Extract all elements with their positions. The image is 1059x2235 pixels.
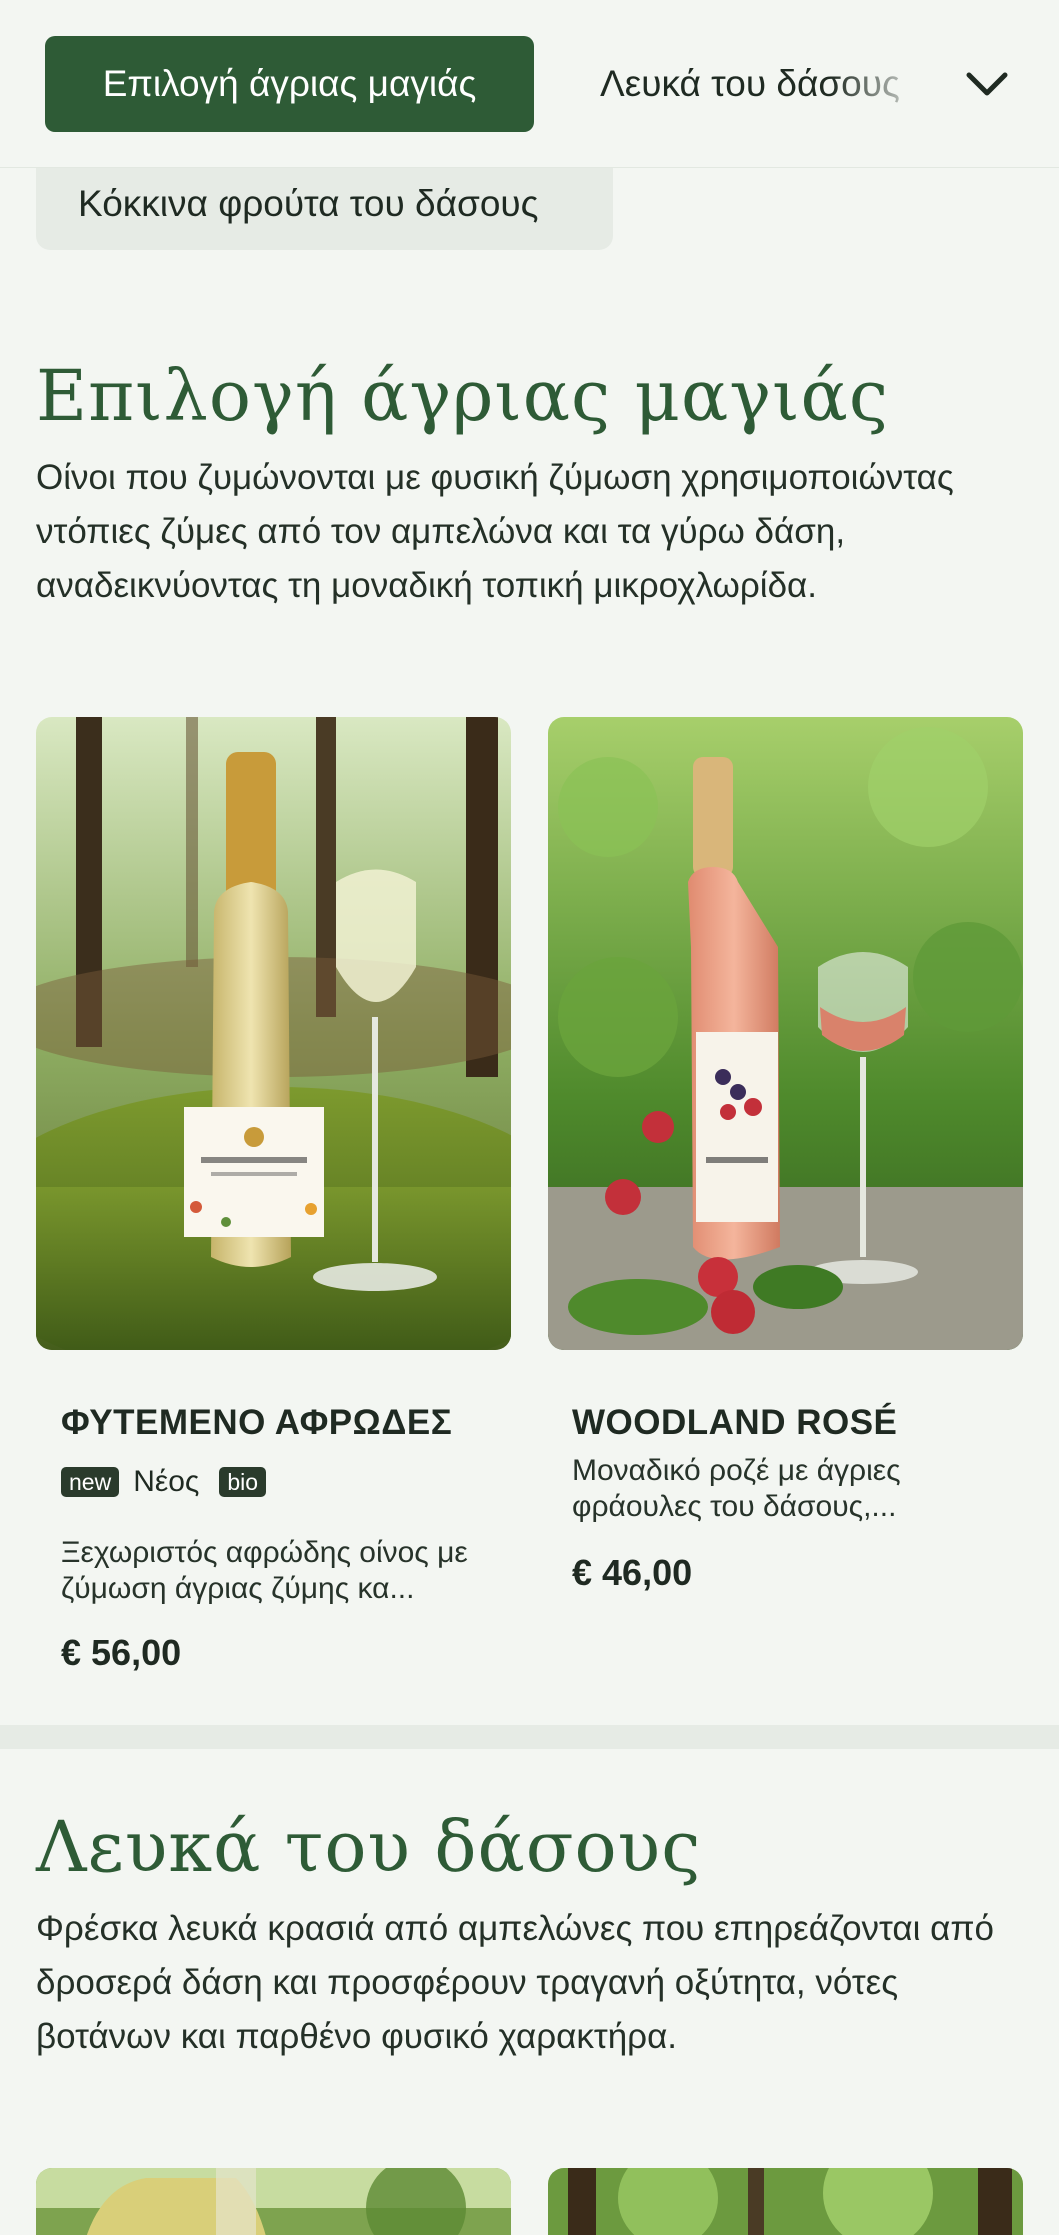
product-image-forest-white-1[interactable] [36, 2168, 511, 2235]
section-description: Φρέσκα λευκά κρασιά από αμπελώνες που επ… [36, 1909, 994, 2056]
product-image-forest-white-2[interactable] [548, 2168, 1023, 2235]
product-image-rose[interactable] [548, 717, 1023, 1350]
chevron-down-icon[interactable] [962, 62, 1012, 106]
product-price: € 56,00 [61, 1632, 182, 1673]
category-tab-wild-yeast[interactable]: Επιλογή άγριας μαγιάς [45, 36, 534, 132]
badge-new-label: Νέος [133, 1465, 200, 1498]
product-description: Ξεχωριστός αφρώδης οίνος με ζύμωση άγρια… [61, 1536, 468, 1605]
badge-bio: bio [219, 1467, 267, 1497]
product-price: € 46,00 [572, 1552, 693, 1593]
category-tab-forest-whites[interactable]: Λευκά του δάσους [600, 36, 930, 132]
product-badges: new Νέος bio [61, 1465, 267, 1499]
section-title: Λευκά του δάσους [36, 1806, 702, 1888]
section-divider [0, 1725, 1059, 1749]
product-description: Μοναδικό ροζέ με άγριες φράουλες του δάσ… [572, 1454, 901, 1523]
category-tab-red-forest-fruits[interactable]: Κόκκινα φρούτα του δάσους [36, 158, 613, 250]
category-nav: Επιλογή άγριας μαγιάς Λευκά του δάσους [0, 0, 1059, 168]
badge-new: new [61, 1467, 120, 1497]
product-name[interactable]: WOODLAND ROSÉ [572, 1403, 897, 1443]
product-image-sparkling[interactable] [36, 717, 511, 1350]
section-description: Οίνοι που ζυμώνονται με φυσική ζύμωση χρ… [36, 458, 954, 605]
section-title: Επιλογή άγριας μαγιάς [36, 355, 890, 437]
product-name[interactable]: ΦΥΤΕΜΕΝΟ ΑΦΡΩΔΕΣ [61, 1403, 452, 1443]
